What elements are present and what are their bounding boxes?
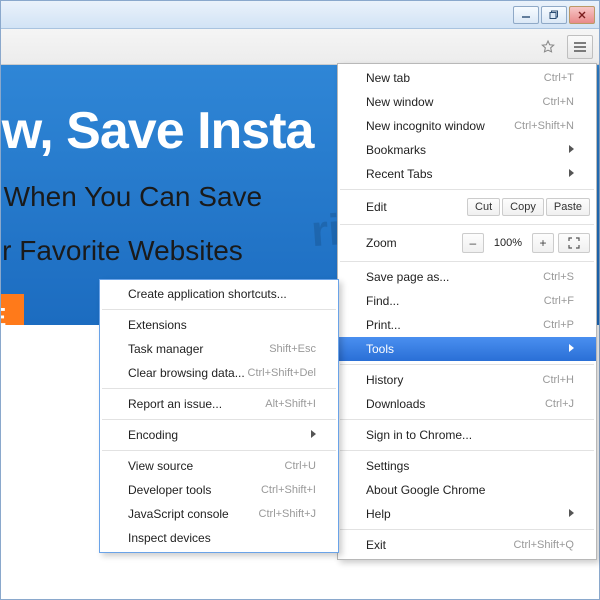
menu-downloads[interactable]: DownloadsCtrl+J: [338, 392, 596, 416]
menu-help[interactable]: Help: [338, 502, 596, 526]
menu-new-incognito[interactable]: New incognito windowCtrl+Shift+N: [338, 114, 596, 138]
submenu-report-issue[interactable]: Report an issue...Alt+Shift+I: [100, 392, 338, 416]
minimize-icon: [521, 10, 531, 20]
menu-new-window[interactable]: New windowCtrl+N: [338, 90, 596, 114]
menu-signin[interactable]: Sign in to Chrome...: [338, 423, 596, 447]
chevron-right-icon: [559, 145, 574, 156]
zoom-label: Zoom: [366, 236, 397, 250]
submenu-dev-tools[interactable]: Developer toolsCtrl+Shift+I: [100, 478, 338, 502]
star-icon: [540, 39, 556, 55]
restore-button[interactable]: [541, 6, 567, 24]
zoom-value: 100%: [488, 237, 528, 249]
submenu-clear-data[interactable]: Clear browsing data...Ctrl+Shift+Del: [100, 361, 338, 385]
menu-button[interactable]: [567, 35, 593, 59]
close-icon: [577, 10, 587, 20]
menu-save-page[interactable]: Save page as...Ctrl+S: [338, 265, 596, 289]
submenu-inspect-devices[interactable]: Inspect devices: [100, 526, 338, 550]
menu-find[interactable]: Find...Ctrl+F: [338, 289, 596, 313]
toolbar: [1, 29, 599, 65]
submenu-task-manager[interactable]: Task managerShift+Esc: [100, 337, 338, 361]
menu-new-tab[interactable]: New tabCtrl+T: [338, 66, 596, 90]
menu-about[interactable]: About Google Chrome: [338, 478, 596, 502]
submenu-view-source[interactable]: View sourceCtrl+U: [100, 454, 338, 478]
submenu-create-shortcuts[interactable]: Create application shortcuts...: [100, 282, 338, 306]
menu-tools[interactable]: Tools: [338, 337, 596, 361]
tools-submenu: Create application shortcuts... Extensio…: [99, 279, 339, 553]
browser-window: ow, Save Insta re When You Can Save our …: [0, 0, 600, 600]
zoom-out-button[interactable]: –: [462, 233, 484, 253]
submenu-encoding[interactable]: Encoding: [100, 423, 338, 447]
close-button[interactable]: [569, 6, 595, 24]
hamburger-icon: [573, 40, 587, 54]
menu-recent-tabs[interactable]: Recent Tabs: [338, 162, 596, 186]
cut-button[interactable]: Cut: [467, 198, 500, 216]
minimize-button[interactable]: [513, 6, 539, 24]
menu-settings[interactable]: Settings: [338, 454, 596, 478]
menu-edit-row: Edit Cut Copy Paste: [338, 193, 596, 221]
fullscreen-icon: [568, 237, 580, 249]
menu-print[interactable]: Print...Ctrl+P: [338, 313, 596, 337]
restore-icon: [549, 10, 559, 20]
menu-zoom-row: Zoom – 100% +: [338, 228, 596, 258]
chevron-right-icon: [559, 169, 574, 180]
edit-label: Edit: [366, 200, 387, 214]
copy-button[interactable]: Copy: [502, 198, 544, 216]
paste-button[interactable]: Paste: [546, 198, 590, 216]
submenu-extensions[interactable]: Extensions: [100, 313, 338, 337]
chevron-right-icon: [559, 344, 574, 355]
menu-exit[interactable]: ExitCtrl+Shift+Q: [338, 533, 596, 557]
menu-bookmarks[interactable]: Bookmarks: [338, 138, 596, 162]
chevron-right-icon: [559, 509, 574, 520]
menu-history[interactable]: HistoryCtrl+H: [338, 368, 596, 392]
main-menu: New tabCtrl+T New windowCtrl+N New incog…: [337, 63, 597, 560]
bookmark-star-button[interactable]: [535, 35, 561, 59]
zoom-in-button[interactable]: +: [532, 233, 554, 253]
fullscreen-button[interactable]: [558, 233, 590, 253]
chevron-right-icon: [301, 430, 316, 441]
titlebar: [1, 1, 599, 29]
submenu-js-console[interactable]: JavaScript consoleCtrl+Shift+J: [100, 502, 338, 526]
orange-tag: E: [1, 294, 24, 325]
